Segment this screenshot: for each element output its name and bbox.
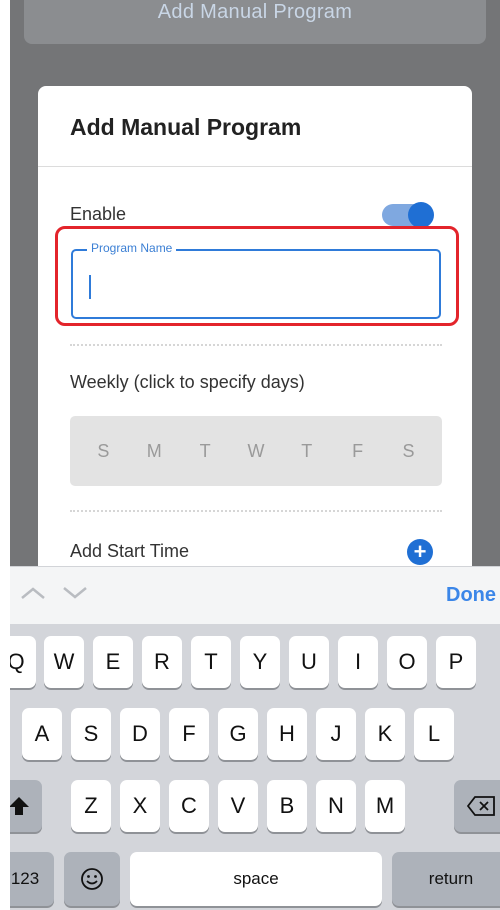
backspace-icon[interactable]	[454, 780, 500, 832]
day-tuesday[interactable]: T	[190, 441, 220, 462]
dialog-title: Add Manual Program	[70, 114, 302, 140]
background-add-manual-program-button: Add Manual Program	[24, 0, 486, 44]
key-q[interactable]: Q	[10, 636, 36, 688]
toggle-knob	[408, 202, 434, 228]
program-name-input[interactable]: Program Name	[71, 241, 441, 319]
key-r[interactable]: R	[142, 636, 182, 688]
return-key[interactable]: return	[392, 852, 500, 906]
add-start-time-label: Add Start Time	[70, 541, 190, 561]
key-k[interactable]: K	[365, 708, 405, 760]
enable-toggle[interactable]	[382, 202, 434, 228]
key-m[interactable]: M	[365, 780, 405, 832]
day-thursday[interactable]: T	[292, 441, 322, 462]
chevron-up-icon[interactable]	[20, 581, 46, 607]
key-z[interactable]: Z	[71, 780, 111, 832]
key-v[interactable]: V	[218, 780, 258, 832]
emoji-icon[interactable]	[64, 852, 120, 906]
key-u[interactable]: U	[289, 636, 329, 688]
key-p[interactable]: P	[436, 636, 476, 688]
keyboard: Q W E R T Y U I O P A S D F G H J K L Z …	[10, 624, 500, 910]
screen: Add Manual Program Add Manual Program En…	[10, 0, 500, 910]
key-s[interactable]: S	[71, 708, 111, 760]
key-o[interactable]: O	[387, 636, 427, 688]
key-h[interactable]: H	[267, 708, 307, 760]
key-c[interactable]: C	[169, 780, 209, 832]
background-button-label: Add Manual Program	[157, 1, 353, 23]
key-a[interactable]: A	[22, 708, 62, 760]
key-i[interactable]: I	[338, 636, 378, 688]
key-y[interactable]: Y	[240, 636, 280, 688]
numbers-key[interactable]: 123	[10, 852, 54, 906]
key-l[interactable]: L	[414, 708, 454, 760]
key-e[interactable]: E	[93, 636, 133, 688]
key-x[interactable]: X	[120, 780, 160, 832]
weekly-label: Weekly (click to specify days)	[70, 372, 305, 392]
title-divider	[38, 166, 472, 167]
program-name-label: Program Name	[87, 241, 177, 255]
key-j[interactable]: J	[316, 708, 356, 760]
day-wednesday[interactable]: W	[241, 441, 271, 462]
day-friday[interactable]: F	[343, 441, 373, 462]
weekday-selector: S M T W T F S	[70, 416, 442, 486]
chevron-down-icon[interactable]	[62, 581, 88, 607]
add-manual-program-dialog: Add Manual Program Enable Program Name W…	[38, 86, 472, 606]
plus-circle-icon[interactable]: +	[407, 539, 433, 565]
day-sunday[interactable]: S	[88, 441, 118, 462]
space-key[interactable]: space	[130, 852, 382, 906]
text-caret	[89, 275, 91, 299]
day-saturday[interactable]: S	[393, 441, 423, 462]
day-monday[interactable]: M	[139, 441, 169, 462]
key-n[interactable]: N	[316, 780, 356, 832]
key-b[interactable]: B	[267, 780, 307, 832]
key-d[interactable]: D	[120, 708, 160, 760]
section-divider	[70, 344, 442, 346]
key-g[interactable]: G	[218, 708, 258, 760]
key-f[interactable]: F	[169, 708, 209, 760]
shift-arrow-icon[interactable]	[10, 780, 42, 832]
done-button[interactable]: Done	[446, 584, 496, 607]
enable-label: Enable	[70, 204, 127, 224]
key-t[interactable]: T	[191, 636, 231, 688]
keyboard-toolbar: Done	[10, 566, 500, 625]
section-divider	[70, 510, 442, 512]
key-w[interactable]: W	[44, 636, 84, 688]
